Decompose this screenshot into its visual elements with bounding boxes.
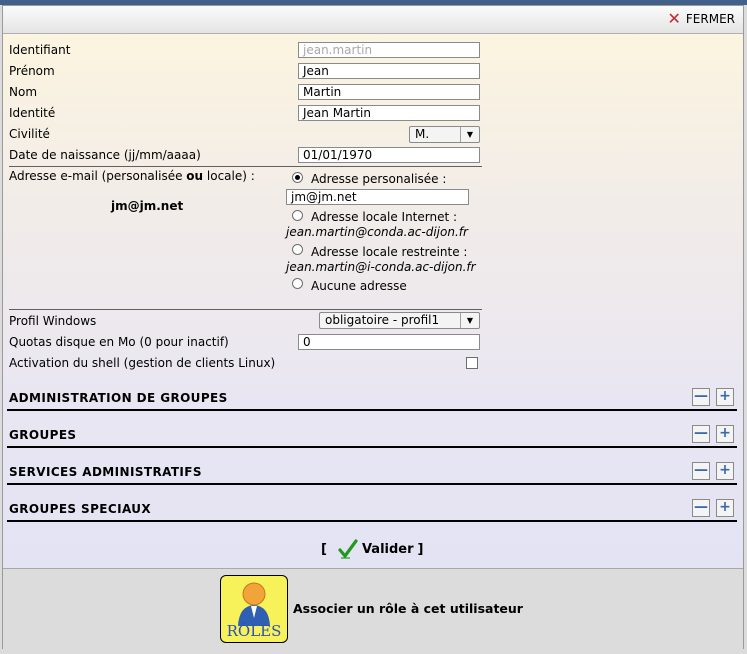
- section-groupes: GROUPES — +: [7, 424, 737, 448]
- radio-adresse-restreinte[interactable]: [292, 244, 303, 255]
- collapse-minus-button[interactable]: —: [692, 388, 710, 406]
- radio-aucune-adresse[interactable]: [292, 278, 303, 289]
- profil-select[interactable]: obligatoire - profil1 ▼: [319, 312, 480, 329]
- email-label-pre: Adresse e-mail (personalisée: [9, 169, 187, 183]
- expand-plus-button[interactable]: +: [716, 499, 734, 517]
- expand-plus-button[interactable]: +: [716, 388, 734, 406]
- shell-checkbox[interactable]: [466, 357, 478, 369]
- section-services: SERVICES ADMINISTRATIFS — +: [7, 461, 737, 485]
- section-admin-groupes: ADMINISTRATION DE GROUPES — +: [7, 387, 737, 411]
- close-icon: ✕: [667, 9, 681, 28]
- radio-adresse-internet[interactable]: [292, 210, 303, 221]
- quota-label: Quotas disque en Mo (0 pour inactif): [9, 335, 229, 349]
- collapse-minus-button[interactable]: —: [692, 462, 710, 480]
- quota-field[interactable]: 0: [298, 334, 480, 350]
- civilite-value: M.: [415, 127, 430, 141]
- roles-description: Associer un rôle à cet utilisateur: [293, 601, 523, 616]
- email-label: Adresse e-mail (personalisée ou locale) …: [9, 169, 255, 183]
- chevron-down-icon: ▼: [460, 313, 479, 328]
- section-speciaux-title: GROUPES SPECIAUX: [9, 502, 152, 516]
- prenom-field[interactable]: Jean: [298, 63, 480, 79]
- radio-adresse-internet-label: Adresse locale Internet :: [311, 210, 458, 224]
- email-label-post: locale) :: [203, 169, 255, 183]
- chevron-down-icon: ▼: [460, 127, 479, 142]
- panel-header: ✕ FERMER: [3, 6, 743, 34]
- validate-button[interactable]: [ Valider ]: [321, 538, 423, 560]
- section-speciaux: GROUPES SPECIAUX — +: [7, 498, 737, 522]
- identifiant-field: jean.martin: [298, 42, 480, 58]
- collapse-minus-button[interactable]: —: [692, 425, 710, 443]
- nom-label: Nom: [9, 85, 38, 99]
- roles-button-text: RÔLES: [226, 622, 282, 640]
- civilite-select[interactable]: M. ▼: [409, 126, 480, 143]
- section-services-title: SERVICES ADMINISTRATIFS: [9, 465, 202, 479]
- profil-value: obligatoire - profil1: [325, 313, 440, 327]
- internet-address: jean.martin@conda.ac-dijon.fr: [286, 225, 468, 239]
- radio-aucune-adresse-label: Aucune adresse: [311, 279, 407, 293]
- civilite-label: Civilité: [9, 127, 50, 141]
- close-label: FERMER: [685, 12, 735, 26]
- identite-field[interactable]: Jean Martin: [298, 105, 480, 121]
- nom-field[interactable]: Martin: [298, 84, 480, 100]
- naissance-field[interactable]: 01/01/1970: [298, 147, 480, 163]
- user-form-panel: ✕ FERMER Identifiant jean.martin Prénom …: [2, 5, 744, 649]
- shell-label: Activation du shell (gestion de clients …: [9, 356, 276, 370]
- email-perso-field[interactable]: jm@jm.net: [286, 189, 469, 205]
- profil-label: Profil Windows: [9, 314, 97, 328]
- current-email: jm@jm.net: [111, 199, 184, 213]
- radio-adresse-perso[interactable]: [292, 172, 303, 183]
- divider-bottom: [9, 309, 482, 310]
- validate-label: Valider: [361, 541, 414, 557]
- roles-button[interactable]: RÔLES: [220, 575, 288, 643]
- collapse-minus-button[interactable]: —: [692, 499, 710, 517]
- user-icon: [238, 582, 270, 626]
- radio-adresse-perso-label: Adresse personalisée :: [311, 172, 447, 186]
- expand-plus-button[interactable]: +: [716, 425, 734, 443]
- divider-top: [9, 166, 482, 167]
- validate-bracket-close: ]: [417, 541, 424, 557]
- close-button[interactable]: ✕ FERMER: [667, 9, 735, 28]
- checkmark-icon: [338, 539, 358, 559]
- section-admin-groupes-title: ADMINISTRATION DE GROUPES: [9, 391, 228, 405]
- roles-footer: RÔLES Associer un rôle à cet utilisateur: [3, 568, 743, 649]
- naissance-label: Date de naissance (jj/mm/aaaa): [9, 148, 201, 162]
- expand-plus-button[interactable]: +: [716, 462, 734, 480]
- email-label-bold: ou: [186, 169, 204, 183]
- section-groupes-title: GROUPES: [9, 428, 77, 442]
- radio-adresse-restreinte-label: Adresse locale restreinte :: [311, 245, 468, 259]
- identite-label: Identité: [9, 106, 56, 120]
- identifiant-label: Identifiant: [9, 43, 71, 57]
- validate-bracket-open: [: [321, 541, 327, 557]
- restreinte-address: jean.martin@i-conda.ac-dijon.fr: [286, 260, 476, 274]
- prenom-label: Prénom: [9, 64, 55, 78]
